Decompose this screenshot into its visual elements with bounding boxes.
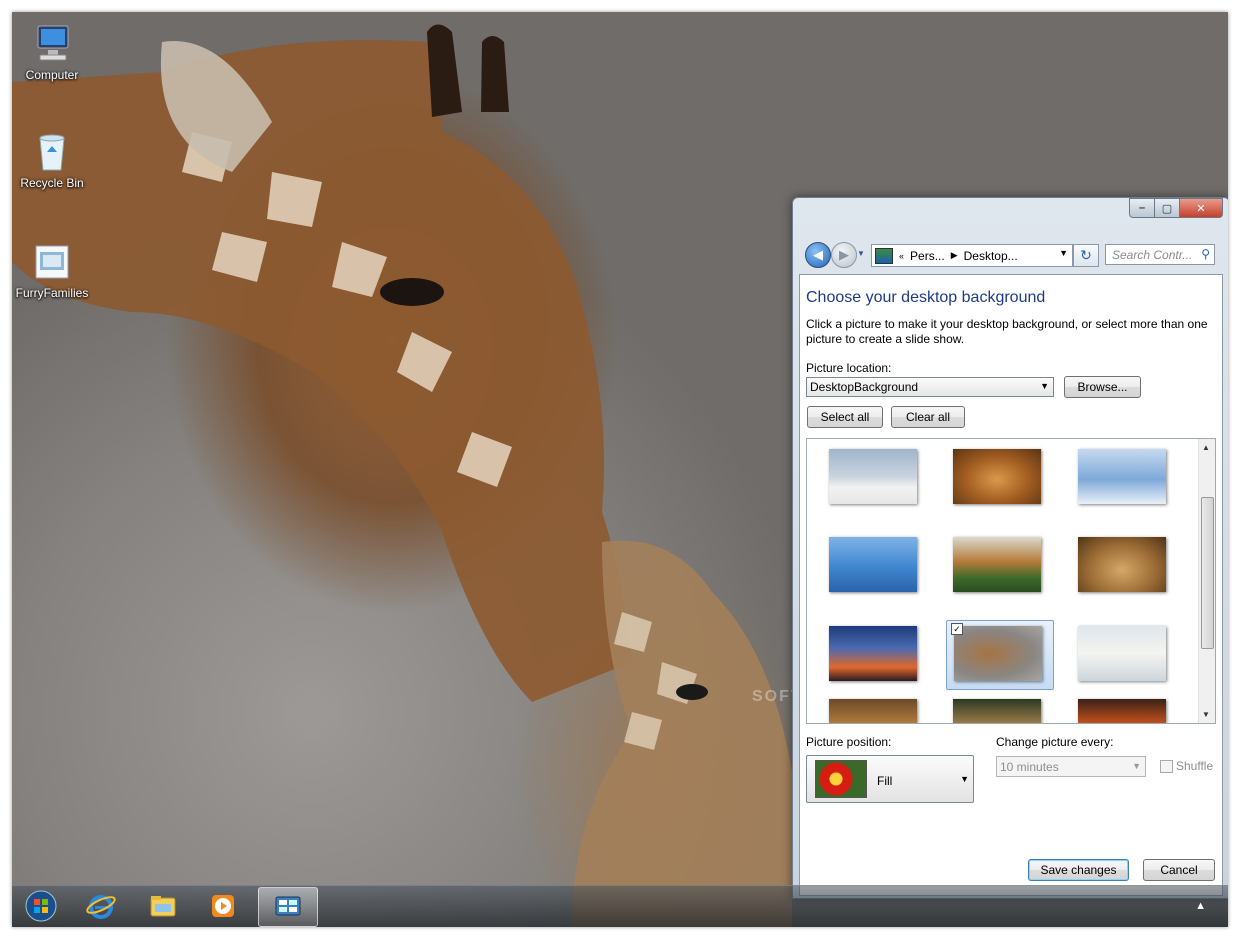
search-icon[interactable]: ⚲ xyxy=(1201,247,1210,261)
wallpaper-thumbnail[interactable] xyxy=(829,449,917,504)
address-bar[interactable]: « Pers... ▶ Desktop... ▼ xyxy=(871,244,1073,267)
arrow-right-icon: ▶ xyxy=(839,247,849,262)
desktop-icon-computer[interactable]: Computer xyxy=(12,22,92,82)
shuffle-label: Shuffle xyxy=(1176,759,1214,773)
forward-button[interactable]: ▶ xyxy=(831,242,857,268)
picture-position-value: Fill xyxy=(877,774,893,788)
show-hidden-icons-button[interactable]: ▲ xyxy=(1195,900,1206,912)
wallpaper-thumbnail[interactable] xyxy=(953,537,1041,592)
back-button[interactable]: ◀ xyxy=(805,242,831,268)
folder-icon xyxy=(150,896,176,917)
close-button[interactable]: ✕ xyxy=(1180,198,1223,218)
save-changes-button[interactable]: Save changes xyxy=(1028,859,1129,881)
wallpaper-thumbnail[interactable] xyxy=(1078,626,1166,681)
internet-explorer-icon xyxy=(86,895,116,919)
taskbar-explorer[interactable] xyxy=(134,887,192,925)
scrollbar-thumb[interactable] xyxy=(1201,497,1214,649)
refresh-icon: ↻ xyxy=(1080,247,1092,263)
page-description: Click a picture to make it your desktop … xyxy=(806,317,1208,346)
gallery-scrollbar[interactable]: ▲ ▼ xyxy=(1198,439,1215,723)
navigation-bar: ◀ ▶ ▼ « Pers... ▶ Desktop... ▼ ↻ Search … xyxy=(801,242,1223,268)
recycle-bin-icon xyxy=(30,130,74,174)
start-button[interactable] xyxy=(12,887,70,925)
chevron-down-icon: ▼ xyxy=(1132,761,1141,771)
desktop-icon-recycle-bin[interactable]: Recycle Bin xyxy=(12,130,92,190)
wallpaper-thumbnail[interactable] xyxy=(1078,449,1166,504)
personalization-icon xyxy=(275,896,301,916)
wallpaper-thumbnail[interactable] xyxy=(1078,699,1166,723)
refresh-button[interactable]: ↻ xyxy=(1073,244,1099,267)
wallpaper-thumbnail[interactable] xyxy=(953,449,1041,504)
wallpaper-thumbnail[interactable] xyxy=(829,537,917,592)
position-preview-image xyxy=(815,760,867,798)
picture-location-select[interactable]: DesktopBackground ▼ xyxy=(806,377,1054,397)
clear-all-button[interactable]: Clear all xyxy=(891,406,965,428)
wallpaper-thumbnail[interactable] xyxy=(1078,537,1166,592)
scroll-down-icon[interactable]: ▼ xyxy=(1202,710,1210,719)
wallpaper-thumbnail[interactable] xyxy=(829,626,917,681)
wallpaper-thumbnail[interactable] xyxy=(953,699,1041,723)
picture-location-label: Picture location: xyxy=(806,361,892,375)
computer-icon xyxy=(30,22,74,66)
taskbar-control-panel[interactable] xyxy=(258,887,318,927)
picture-location-value: DesktopBackground xyxy=(810,380,919,394)
desktop-icon-label: Recycle Bin xyxy=(20,176,84,190)
shuffle-checkbox[interactable] xyxy=(1160,760,1173,773)
change-picture-label: Change picture every: xyxy=(996,735,1114,749)
desktop: Computer Recycle Bin FurryFamilies SOFTP… xyxy=(12,12,1228,927)
chevron-up-icon: ▲ xyxy=(1195,900,1206,912)
breadcrumb-personalization[interactable]: Pers... xyxy=(910,249,945,263)
picture-position-label: Picture position: xyxy=(806,735,892,749)
taskbar-internet-explorer[interactable] xyxy=(72,887,130,925)
chevron-down-icon[interactable]: ▼ xyxy=(1059,248,1068,258)
desktop-icon-label: FurryFamilies xyxy=(15,286,89,300)
minimize-button[interactable]: – xyxy=(1129,198,1155,218)
content-pane: Choose your desktop background Click a p… xyxy=(799,274,1223,896)
search-input[interactable]: Search Contr... ⚲ xyxy=(1105,244,1215,265)
change-picture-value: 10 minutes xyxy=(1000,759,1059,774)
wallpaper-thumbnail[interactable] xyxy=(829,699,917,723)
theme-file-icon xyxy=(30,240,74,284)
select-all-button[interactable]: Select all xyxy=(807,406,883,428)
page-title: Choose your desktop background xyxy=(806,289,1046,306)
chevron-down-icon: ▼ xyxy=(960,774,969,784)
windows-logo-icon xyxy=(25,890,57,922)
desktop-icon-furryfamilies[interactable]: FurryFamilies xyxy=(12,240,92,300)
breadcrumb-desktop-background[interactable]: Desktop... xyxy=(964,249,1018,263)
control-panel-icon xyxy=(875,247,893,264)
maximize-button[interactable]: ▢ xyxy=(1155,198,1180,218)
search-placeholder: Search Contr... xyxy=(1112,247,1193,262)
picture-position-select[interactable]: Fill ▼ xyxy=(806,755,974,803)
caption-buttons: – ▢ ✕ xyxy=(1129,198,1223,218)
wallpaper-thumbnail xyxy=(954,626,1042,681)
media-player-icon xyxy=(212,895,234,917)
personalization-window: – ▢ ✕ ◀ ▶ ▼ « Pers... ▶ Desktop... ▼ ↻ S… xyxy=(792,197,1228,899)
taskbar-media-player[interactable] xyxy=(194,887,252,925)
desktop-icon-label: Computer xyxy=(25,68,79,82)
recent-pages-icon[interactable]: ▼ xyxy=(857,249,865,258)
arrow-left-icon: ◀ xyxy=(813,247,823,262)
wallpaper-gallery: ✓ ▲ ▼ xyxy=(806,438,1216,724)
taskbar: ▲ xyxy=(12,885,1228,927)
change-picture-select[interactable]: 10 minutes ▼ xyxy=(996,756,1146,777)
breadcrumb-chevron-icon[interactable]: ▶ xyxy=(951,250,958,261)
thumbnail-checkbox[interactable]: ✓ xyxy=(951,623,963,635)
cancel-button[interactable]: Cancel xyxy=(1143,859,1215,881)
chevron-down-icon: ▼ xyxy=(1040,381,1049,391)
browse-button[interactable]: Browse... xyxy=(1064,376,1141,398)
wallpaper-thumbnail-selected[interactable]: ✓ xyxy=(946,620,1054,690)
scroll-up-icon[interactable]: ▲ xyxy=(1202,443,1210,452)
breadcrumb-overflow-icon[interactable]: « xyxy=(899,251,904,261)
